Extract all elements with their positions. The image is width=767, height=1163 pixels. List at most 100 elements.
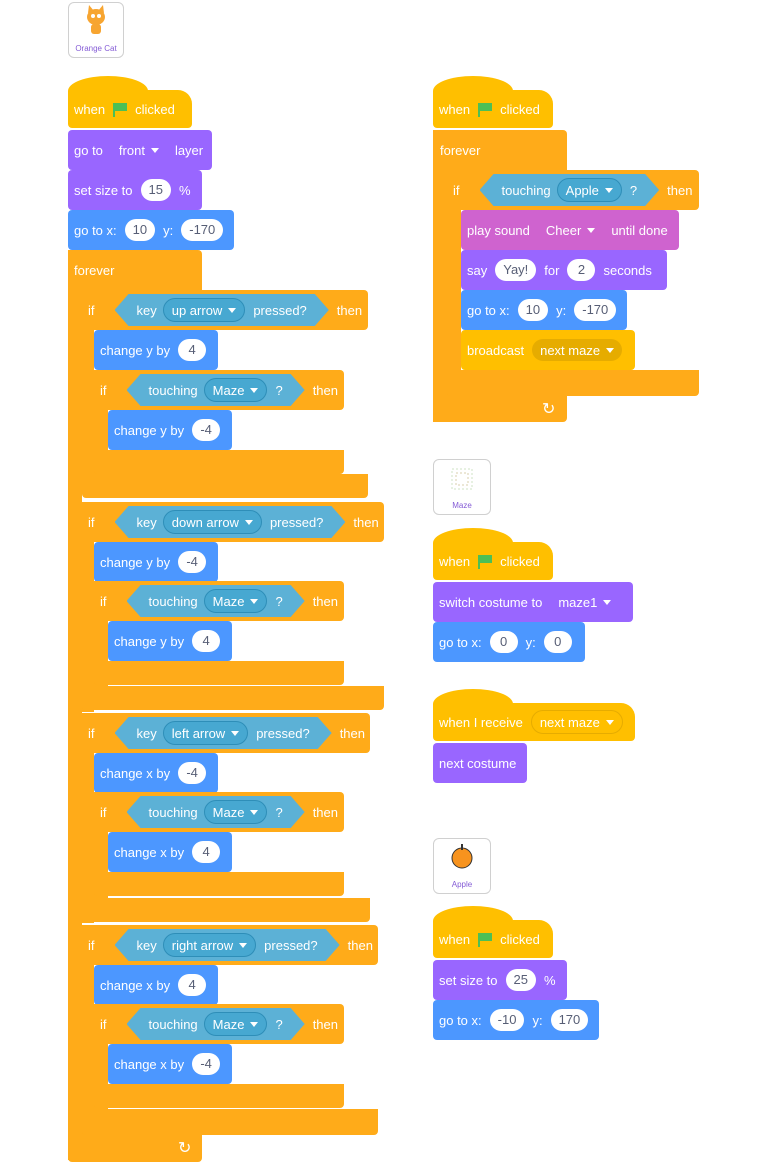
key-dropdown[interactable]: left arrow — [163, 721, 248, 745]
change-x-block[interactable]: change x by -4 — [94, 753, 218, 793]
if-label: if — [100, 1016, 107, 1032]
nested-if-footer — [94, 1084, 344, 1108]
key-pressed-condition[interactable]: key left arrow pressed? — [115, 717, 332, 749]
when-flag-clicked-hat[interactable]: when clicked — [433, 920, 553, 958]
sound-dropdown[interactable]: Cheer — [538, 219, 603, 241]
play-sound-until-done-block[interactable]: play sound Cheer until done — [461, 210, 679, 250]
y-input[interactable]: -170 — [181, 219, 224, 241]
next-costume-block[interactable]: next costume — [433, 743, 527, 783]
change-x-block[interactable]: change x by -4 — [108, 1044, 232, 1084]
set-size-block[interactable]: set size to 15 % — [68, 170, 202, 210]
x-input[interactable]: 0 — [489, 631, 518, 653]
y-input[interactable]: 170 — [550, 1009, 589, 1031]
sprite-thumb-apple[interactable]: Apple — [433, 838, 491, 894]
key-pressed-condition[interactable]: key up arrow pressed? — [115, 294, 329, 326]
when-flag-clicked-hat[interactable]: when clicked — [433, 542, 553, 580]
value-input[interactable]: -4 — [192, 1053, 221, 1075]
say-for-seconds-block[interactable]: say Yay! for 2 seconds — [461, 250, 667, 290]
label: change x by — [100, 765, 171, 781]
touching-condition[interactable]: touching Maze ? — [127, 1008, 305, 1040]
change-x-block[interactable]: change x by 4 — [94, 965, 218, 1005]
touching-dropdown[interactable]: Maze — [204, 589, 268, 613]
y-input[interactable]: -170 — [574, 299, 617, 321]
label: touching — [148, 804, 198, 820]
value-input[interactable]: 4 — [192, 630, 221, 652]
set-size-block[interactable]: set size to 25 % — [433, 960, 567, 1000]
touching-condition[interactable]: touching Maze ? — [127, 585, 305, 617]
label: seconds — [603, 262, 652, 278]
nested-if-footer — [94, 872, 344, 896]
value-input[interactable]: 4 — [178, 974, 207, 996]
green-flag-icon — [113, 103, 128, 117]
message-dropdown[interactable]: next maze — [532, 339, 623, 361]
key-pressed-condition[interactable]: key down arrow pressed? — [115, 506, 346, 538]
touching-dropdown[interactable]: Apple — [557, 178, 622, 202]
green-flag-icon — [478, 933, 493, 947]
go-to-xy-block[interactable]: go to x: 10 y: -170 — [461, 290, 627, 330]
value-input[interactable]: 4 — [192, 841, 221, 863]
when-flag-clicked-hat[interactable]: when clicked — [433, 90, 553, 128]
value-input[interactable]: 4 — [178, 339, 207, 361]
then-label: then — [336, 302, 363, 318]
sprite-thumb-maze[interactable]: Maze — [433, 459, 491, 515]
seconds-input[interactable]: 2 — [567, 259, 596, 281]
x-input[interactable]: 10 — [517, 299, 549, 321]
label: until done — [611, 222, 668, 238]
then-label: then — [339, 725, 365, 741]
go-to-xy-block[interactable]: go to x: 0 y: 0 — [433, 622, 585, 662]
then-label: then — [347, 937, 373, 953]
touching-condition[interactable]: touching Apple ? — [480, 174, 660, 206]
when-flag-clicked-hat[interactable]: when clicked — [68, 90, 192, 128]
touching-dropdown[interactable]: Maze — [204, 800, 268, 824]
y-input[interactable]: 0 — [543, 631, 572, 653]
touching-dropdown[interactable]: Maze — [204, 378, 268, 402]
key-dropdown[interactable]: up arrow — [163, 298, 246, 322]
go-to-xy-block[interactable]: go to x: -10 y: 170 — [433, 1000, 599, 1040]
x-input[interactable]: 10 — [124, 219, 156, 241]
key-pressed-condition[interactable]: key right arrow pressed? — [115, 929, 340, 961]
message-input[interactable]: Yay! — [495, 259, 537, 281]
size-input[interactable]: 15 — [140, 179, 171, 201]
hat-clicked: clicked — [500, 931, 540, 947]
green-flag-icon — [478, 555, 493, 569]
label: when I receive — [439, 714, 523, 730]
message-dropdown[interactable]: next maze — [530, 710, 623, 734]
value-input[interactable]: -4 — [192, 419, 221, 441]
change-x-block[interactable]: change x by 4 — [108, 832, 232, 872]
key-dropdown[interactable]: right arrow — [163, 933, 256, 957]
layer-dropdown[interactable]: front — [111, 139, 167, 161]
if-label: if — [88, 302, 95, 318]
chevron-down-icon — [231, 731, 239, 736]
chevron-down-icon — [150, 147, 159, 153]
value-input[interactable]: -4 — [178, 762, 207, 784]
dropdown-value: maze1 — [558, 594, 598, 610]
sprite-label: Apple — [451, 880, 473, 889]
hat-when: when — [439, 553, 471, 569]
label: change x by — [114, 844, 185, 860]
value-input[interactable]: -4 — [178, 551, 207, 573]
change-y-block[interactable]: change y by -4 — [108, 410, 232, 450]
change-y-block[interactable]: change y by -4 — [94, 542, 218, 582]
size-input[interactable]: 25 — [505, 969, 536, 991]
label: touching — [501, 182, 551, 198]
key-dropdown[interactable]: down arrow — [163, 510, 262, 534]
label: pressed? — [264, 937, 318, 953]
switch-costume-block[interactable]: switch costume to maze1 — [433, 582, 633, 622]
broadcast-block[interactable]: broadcast next maze — [461, 330, 635, 370]
dropdown-value: Cheer — [545, 222, 582, 238]
change-y-block[interactable]: change y by 4 — [108, 621, 232, 661]
go-to-front-layer-block[interactable]: go to front layer — [68, 130, 212, 170]
sprite-thumb-orange-cat[interactable]: Orange Cat — [68, 2, 124, 58]
label: go to x: — [74, 222, 117, 238]
x-input[interactable]: -10 — [489, 1009, 525, 1031]
touching-condition[interactable]: touching Maze ? — [127, 374, 305, 406]
label: y: — [525, 634, 536, 650]
touching-dropdown[interactable]: Maze — [204, 1012, 268, 1036]
touching-condition[interactable]: touching Maze ? — [127, 796, 305, 828]
change-y-block[interactable]: change y by 4 — [94, 330, 218, 370]
when-i-receive-hat[interactable]: when I receive next maze — [433, 703, 635, 741]
costume-dropdown[interactable]: maze1 — [550, 591, 619, 613]
if-label: if — [88, 514, 95, 530]
label: touching — [148, 382, 198, 398]
go-to-xy-block[interactable]: go to x: 10 y: -170 — [68, 210, 234, 250]
